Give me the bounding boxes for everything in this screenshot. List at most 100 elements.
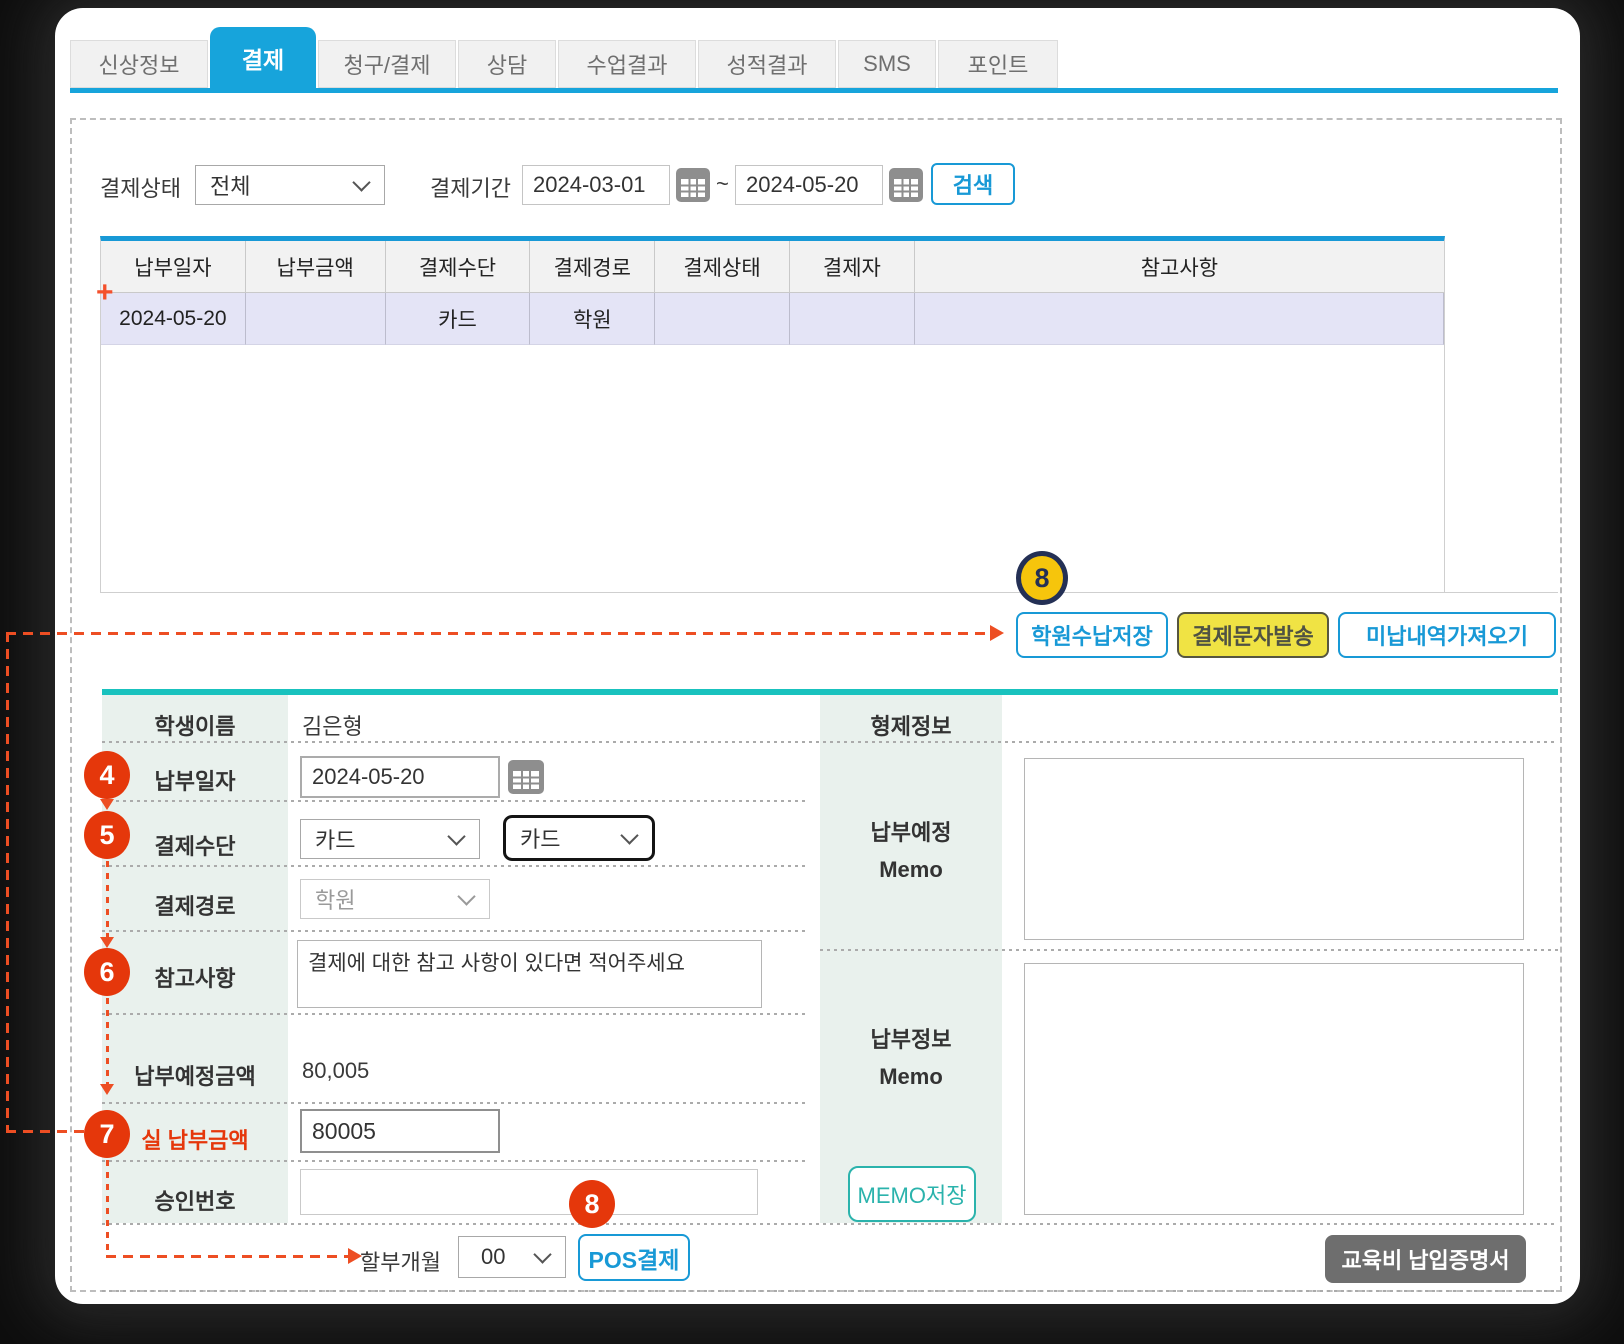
cell-pay-status[interactable] [655, 293, 790, 345]
step-7-badge: 7 [84, 1110, 130, 1158]
planned-memo-label-line2: Memo [879, 857, 943, 882]
student-name-label: 학생이름 [154, 714, 236, 739]
table-header-row: 납부일자 납부금액 결제수단 결제경로 결제상태 결제자 참고사항 [101, 241, 1444, 293]
planned-memo-textarea[interactable] [1024, 758, 1524, 940]
row-divider [102, 1290, 1558, 1292]
tab-personal-info[interactable]: 신상정보 [70, 40, 208, 88]
payment-info-memo-label: 납부정보 Memo [820, 1022, 1002, 1090]
col-header[interactable]: 참고사항 [914, 241, 1444, 293]
pay-date-input[interactable] [300, 756, 500, 798]
payment-info-memo-label-line1: 납부정보 [870, 1027, 952, 1052]
calendar-icon[interactable] [676, 168, 710, 207]
pos-payment-button[interactable]: POS결제 [578, 1234, 690, 1281]
cell-pay-route[interactable]: 학원 [530, 293, 656, 345]
arrow-down-icon [100, 1084, 114, 1095]
date-to-input[interactable] [735, 165, 883, 205]
fetch-unpaid-button[interactable]: 미납내역가져오기 [1338, 612, 1556, 658]
row-divider [102, 1102, 808, 1104]
divider-line [1445, 592, 1558, 593]
arrow-right-icon [990, 625, 1004, 641]
cell-note[interactable] [914, 293, 1444, 345]
row-divider [820, 949, 1558, 951]
payment-period-label: 결제기간 [430, 176, 511, 201]
tab-label: 수업결과 [586, 53, 668, 78]
date-separator: ~ [716, 171, 729, 196]
arrow-right-icon [348, 1248, 362, 1264]
guide-line [6, 632, 990, 635]
arrow-down-icon [100, 799, 114, 810]
tab-label: 성적결과 [726, 53, 808, 78]
col-header[interactable]: 결제수단 [385, 241, 531, 293]
payment-info-memo-textarea[interactable] [1024, 963, 1524, 1215]
row-divider [102, 1013, 808, 1015]
arrow-down-icon [100, 937, 114, 948]
date-from-input[interactable] [522, 165, 670, 205]
add-row-marker: + [96, 276, 114, 309]
tab-label: 결제 [241, 46, 285, 73]
tab-points[interactable]: 포인트 [938, 40, 1058, 88]
tab-class-results[interactable]: 수업결과 [558, 40, 696, 88]
payment-status-value: 전체 [210, 174, 251, 199]
pay-method-sub-value: 카드 [520, 827, 561, 852]
pay-route-select[interactable]: 학원 [300, 879, 490, 919]
tab-label: 신상정보 [98, 53, 180, 78]
tab-underline [70, 88, 1558, 93]
calendar-icon[interactable] [889, 168, 923, 207]
pay-route-value: 학원 [315, 888, 356, 913]
col-header[interactable]: 납부일자 [101, 241, 246, 293]
pay-method-value: 카드 [315, 828, 356, 853]
row-divider [102, 865, 808, 867]
cell-pay-amount[interactable] [245, 293, 386, 345]
payment-sms-send-button[interactable]: 결제문자발송 [1177, 612, 1329, 658]
col-header[interactable]: 결제자 [789, 241, 915, 293]
tab-label: 청구/결제 [343, 53, 431, 78]
calendar-icon[interactable] [508, 760, 544, 799]
step-8-badge: 8 [569, 1180, 615, 1228]
tab-grade-results[interactable]: 성적결과 [698, 40, 836, 88]
guide-line [106, 861, 109, 937]
step-5-badge: 5 [84, 811, 130, 859]
pay-date-label: 납부일자 [154, 769, 236, 794]
search-button[interactable]: 검색 [931, 163, 1015, 205]
tab-sms[interactable]: SMS [838, 40, 936, 88]
chevron-down-icon [620, 826, 639, 845]
pay-method-sub-select[interactable]: 카드 [503, 815, 655, 861]
tuition-certificate-button[interactable]: 교육비 납입증명서 [1325, 1235, 1526, 1283]
tab-billing-payment[interactable]: 청구/결제 [318, 40, 456, 88]
payment-status-select[interactable]: 전체 [195, 165, 385, 205]
row-divider [102, 1223, 1558, 1225]
approval-number-label: 승인번호 [154, 1189, 236, 1214]
cell-payer[interactable] [789, 293, 915, 345]
memo-save-button[interactable]: MEMO저장 [848, 1166, 976, 1222]
payment-table: 납부일자 납부금액 결제수단 결제경로 결제상태 결제자 참고사항 2024-0… [100, 236, 1445, 593]
guide-line [106, 1160, 109, 1257]
col-header[interactable]: 납부금액 [245, 241, 386, 293]
table-row[interactable]: 2024-05-20 카드 학원 [101, 293, 1444, 345]
payment-status-label: 결제상태 [100, 176, 181, 201]
guide-line [6, 632, 9, 1133]
actual-amount-input[interactable] [300, 1109, 500, 1153]
col-header[interactable]: 결제상태 [655, 241, 790, 293]
note-textarea[interactable] [297, 940, 762, 1008]
step-6-badge: 6 [84, 948, 130, 996]
col-header[interactable]: 결제경로 [530, 241, 656, 293]
step-8-badge: 8 [1016, 551, 1068, 605]
planned-memo-label-line1: 납부예정 [870, 820, 952, 845]
row-divider [102, 800, 808, 802]
screen: 신상정보 결제 청구/결제 상담 수업결과 성적결과 SMS 포인트 결제상태 … [0, 0, 1624, 1344]
approval-number-input[interactable] [300, 1169, 758, 1215]
cell-pay-date[interactable]: 2024-05-20 [101, 293, 246, 345]
pay-method-select[interactable]: 카드 [300, 819, 480, 859]
payment-info-memo-label-line2: Memo [879, 1064, 943, 1089]
cell-pay-method[interactable]: 카드 [385, 293, 531, 345]
step-4-badge: 4 [84, 751, 130, 799]
guide-line [106, 1255, 348, 1258]
tab-payment[interactable]: 결제 [210, 27, 316, 88]
installment-select[interactable]: 00 [458, 1236, 566, 1278]
academy-receipt-save-button[interactable]: 학원수납저장 [1016, 612, 1168, 658]
sibling-info-label: 형제정보 [870, 714, 952, 739]
tab-counseling[interactable]: 상담 [458, 40, 556, 88]
expected-amount-label: 납부예정금액 [134, 1064, 256, 1089]
chevron-down-icon [352, 173, 371, 192]
pay-route-label: 결제경로 [154, 894, 236, 919]
